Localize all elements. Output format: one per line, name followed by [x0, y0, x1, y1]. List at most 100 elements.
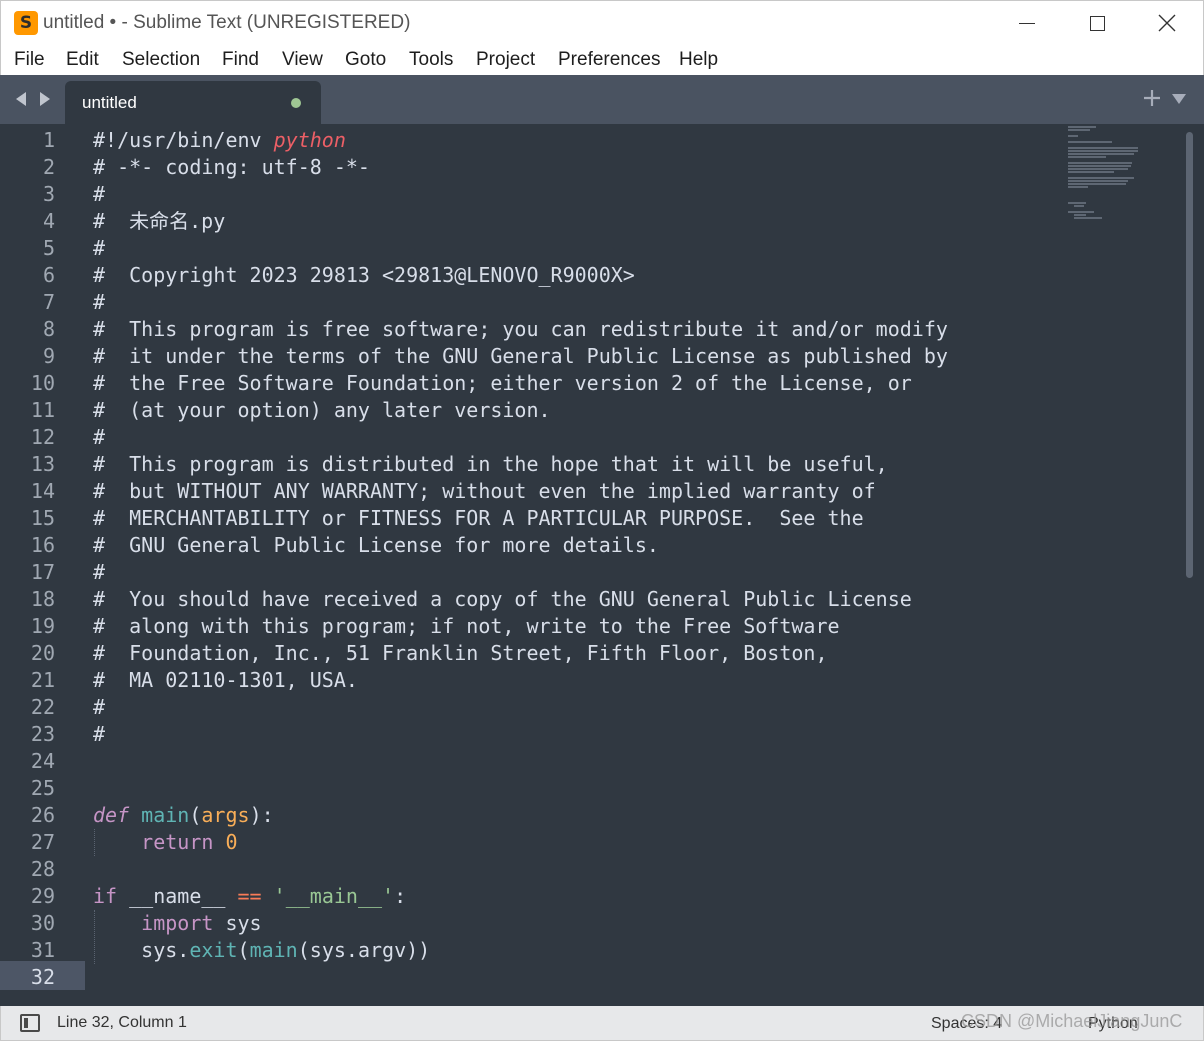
code-line-18: # You should have received a copy of the…: [93, 587, 912, 611]
def-keyword: def: [93, 803, 130, 827]
minimap-line: [1068, 168, 1128, 170]
menu-bar: File Edit Selection Find View Goto Tools…: [0, 44, 1204, 75]
code-line-21: # MA 02110-1301, USA.: [93, 668, 358, 692]
panel-toggle-icon[interactable]: [20, 1014, 40, 1032]
code-line-15: # MERCHANTABILITY or FITNESS FOR A PARTI…: [93, 506, 864, 530]
code-line-20: # Foundation, Inc., 51 Franklin Street, …: [93, 641, 828, 665]
close-icon: [1158, 14, 1176, 32]
code-line-12: #: [93, 425, 106, 449]
tab-label: untitled: [82, 93, 137, 112]
code-line-22: #: [93, 695, 106, 719]
minimap-line: [1068, 165, 1131, 167]
maximize-button[interactable]: [1067, 5, 1127, 41]
maximize-icon: [1089, 15, 1105, 31]
line-number: 24: [30, 749, 55, 773]
minimap-line: [1074, 205, 1084, 207]
line-number: 31: [30, 938, 55, 962]
line-number: 13: [30, 452, 55, 476]
tab-bar: untitled: [0, 75, 1204, 124]
code-line-31: sys.exit(main(sys.argv)): [141, 938, 431, 962]
equality-operator: ==: [237, 884, 262, 908]
window-title: untitled • - Sublime Text (UNREGISTERED): [43, 12, 411, 33]
minimap-line: [1068, 153, 1134, 155]
line-number: 6: [42, 263, 55, 287]
menu-find[interactable]: Find: [222, 47, 259, 73]
code-line-2: # -*- coding: utf-8 -*-: [93, 155, 370, 179]
minimap-line: [1068, 171, 1114, 173]
menu-edit[interactable]: Edit: [66, 47, 99, 73]
code-line-6: # Copyright 2023 29813 <29813@LENOVO_R90…: [93, 263, 635, 287]
status-bar: Line 32, Column 1 Spaces: 4 Python CSDN …: [0, 1006, 1204, 1041]
minimap[interactable]: [1066, 124, 1184, 324]
tab-menu-chevron-down-icon[interactable]: [1171, 92, 1187, 106]
return-keyword: return: [141, 830, 214, 854]
line-number: 4: [42, 209, 55, 233]
line-number: 3: [42, 182, 55, 206]
line-number: 16: [30, 533, 55, 557]
line-number: 27: [30, 830, 55, 854]
minimap-line: [1068, 211, 1094, 213]
menu-view[interactable]: View: [282, 47, 323, 73]
code-line-17: #: [93, 560, 106, 584]
tab-nav-arrows-icon[interactable]: [14, 90, 54, 108]
minimap-line: [1068, 180, 1128, 182]
line-number: 28: [30, 857, 55, 881]
code-line-10: # the Free Software Foundation; either v…: [93, 371, 912, 395]
line-number: 12: [30, 425, 55, 449]
minimap-line: [1068, 135, 1078, 137]
function-name: main: [141, 803, 190, 827]
indent-guide: [94, 829, 95, 856]
unsaved-dot-icon[interactable]: [291, 98, 301, 108]
line-number: 2: [42, 155, 55, 179]
if-keyword: if: [93, 884, 118, 908]
minimap-line: [1068, 156, 1106, 158]
watermark: CSDN @MichaelJiangJunC: [961, 1011, 1183, 1031]
code-line-26: def main(args):: [93, 803, 274, 827]
code-line-11: # (at your option) any later version.: [93, 398, 551, 422]
menu-preferences[interactable]: Preferences: [558, 47, 660, 73]
editor-area[interactable]: 1 2 3 4 5 6 7 8 9 10 11 12 13 14 15 16 1…: [0, 124, 1204, 1006]
minimap-line: [1074, 217, 1102, 219]
minimap-line: [1068, 177, 1134, 179]
line-number: 20: [30, 641, 55, 665]
number-literal: 0: [225, 830, 238, 854]
title-bar: S untitled • - Sublime Text (UNREGISTERE…: [0, 0, 1204, 44]
code-line-30: import sys: [141, 911, 262, 935]
menu-help[interactable]: Help: [679, 47, 718, 73]
line-number: 22: [30, 695, 55, 719]
new-tab-plus-icon[interactable]: [1142, 88, 1162, 108]
line-number: 9: [42, 344, 55, 368]
cursor-position: Line 32, Column 1: [57, 1014, 187, 1031]
line-number: 7: [42, 290, 55, 314]
line-number: 21: [30, 668, 55, 692]
menu-selection[interactable]: Selection: [122, 47, 200, 73]
close-button[interactable]: [1137, 5, 1197, 41]
menu-file[interactable]: File: [14, 47, 45, 73]
line-number: 17: [30, 560, 55, 584]
minimap-line: [1068, 126, 1096, 128]
code-line-3: #: [93, 182, 106, 206]
code-text-area[interactable]: #!/usr/bin/env python # -*- coding: utf-…: [93, 124, 1063, 1006]
minimap-line: [1068, 202, 1086, 204]
menu-project[interactable]: Project: [476, 47, 535, 73]
tab-untitled[interactable]: untitled: [65, 81, 321, 124]
minimize-icon: [1019, 22, 1035, 24]
line-number: 26: [30, 803, 55, 827]
scrollbar-thumb[interactable]: [1186, 132, 1193, 578]
menu-tools[interactable]: Tools: [409, 47, 453, 73]
menu-goto[interactable]: Goto: [345, 47, 386, 73]
minimap-line: [1074, 214, 1086, 216]
sublime-logo-icon: S: [14, 11, 38, 35]
line-number: 29: [30, 884, 55, 908]
line-number-gutter: 1 2 3 4 5 6 7 8 9 10 11 12 13 14 15 16 1…: [0, 124, 85, 1006]
minimize-button[interactable]: [997, 5, 1057, 41]
line-number: 1: [42, 128, 55, 152]
line-number: 23: [30, 722, 55, 746]
parameter-name: args: [201, 803, 250, 827]
import-keyword: import: [141, 911, 214, 935]
code-line-4: # 未命名.py: [93, 209, 226, 233]
line-number: 8: [42, 317, 55, 341]
minimap-line: [1068, 141, 1112, 143]
indent-guide: [94, 910, 95, 964]
line-number: 11: [30, 398, 55, 422]
